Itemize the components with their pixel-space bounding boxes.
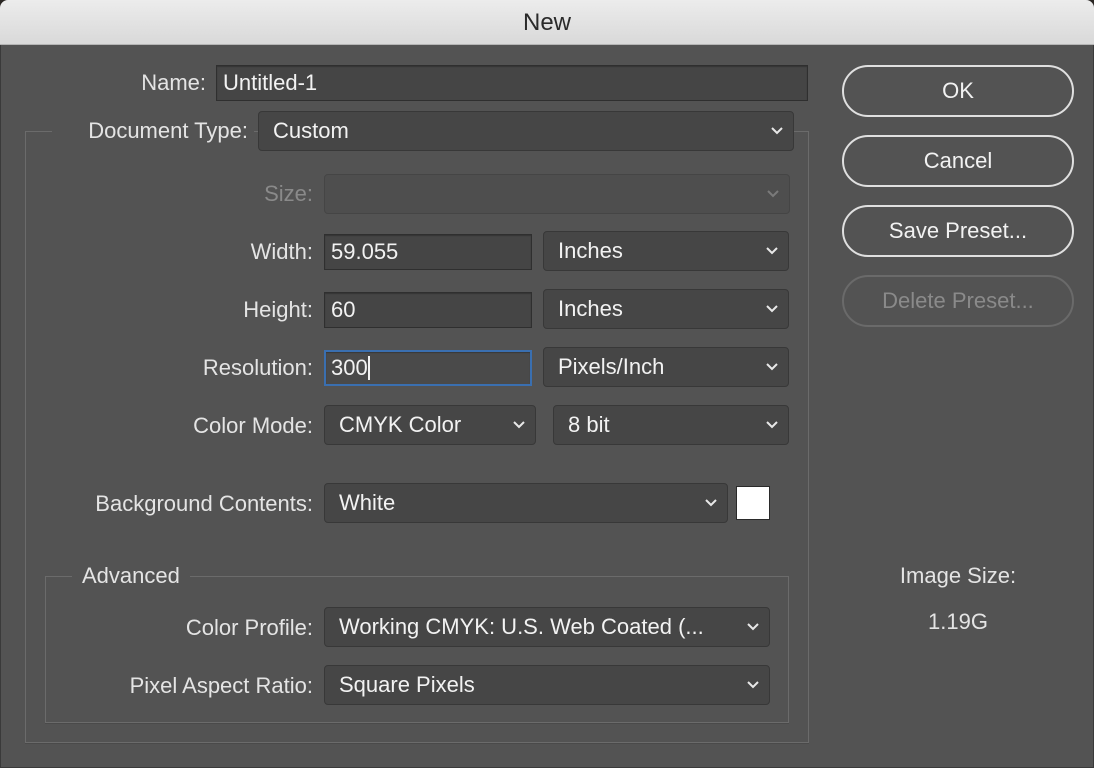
resolution-unit-select[interactable]: Pixels/Inch [543, 347, 789, 387]
chevron-down-icon [764, 244, 780, 258]
background-contents-select[interactable]: White [324, 483, 728, 523]
color-profile-label: Color Profile: [185, 615, 313, 640]
chevron-down-icon [769, 124, 785, 138]
chevron-down-icon [764, 360, 780, 374]
background-contents-label: Background Contents: [95, 491, 313, 516]
color-profile-value: Working CMYK: U.S. Web Coated (... [339, 614, 704, 639]
bit-depth-value: 8 bit [568, 412, 610, 437]
save-preset-button[interactable]: Save Preset... [842, 205, 1074, 257]
document-type-value: Custom [273, 118, 349, 143]
color-profile-select[interactable]: Working CMYK: U.S. Web Coated (... [324, 607, 770, 647]
pixel-aspect-ratio-select[interactable]: Square Pixels [324, 665, 770, 705]
name-label: Name: [141, 70, 206, 95]
chevron-down-icon [745, 678, 761, 692]
document-type-label: Document Type: [52, 117, 254, 145]
size-select [324, 174, 790, 214]
width-unit-value: Inches [558, 238, 623, 263]
chevron-down-icon [764, 418, 780, 432]
bit-depth-select[interactable]: 8 bit [553, 405, 789, 445]
background-color-swatch[interactable] [736, 486, 770, 520]
ok-button[interactable]: OK [842, 65, 1074, 117]
resolution-unit-value: Pixels/Inch [558, 354, 665, 379]
color-mode-value: CMYK Color [339, 412, 462, 437]
pixel-aspect-ratio-value: Square Pixels [339, 672, 475, 697]
chevron-down-icon [511, 418, 527, 432]
new-document-dialog: New Name: Untitled-1 Document Type: Cust… [0, 0, 1094, 768]
delete-preset-button: Delete Preset... [842, 275, 1074, 327]
chevron-down-icon [765, 187, 781, 201]
resolution-input[interactable]: 300 [324, 350, 532, 386]
name-input[interactable]: Untitled-1 [216, 65, 808, 101]
text-caret [367, 355, 370, 380]
chevron-down-icon [703, 496, 719, 510]
advanced-legend: Advanced [72, 562, 190, 590]
resolution-value: 300 [331, 355, 368, 380]
background-contents-value: White [339, 490, 396, 515]
resolution-label: Resolution: [202, 355, 313, 380]
chevron-down-icon [764, 302, 780, 316]
dialog-title: New [0, 0, 1094, 45]
height-unit-select[interactable]: Inches [543, 289, 789, 329]
size-label: Size: [264, 181, 313, 206]
color-mode-label: Color Mode: [193, 413, 313, 438]
chevron-down-icon [745, 620, 761, 634]
color-mode-select[interactable]: CMYK Color [324, 405, 536, 445]
width-input[interactable]: 59.055 [324, 234, 532, 270]
width-label: Width: [250, 239, 313, 264]
image-size-value: 1.19G [928, 609, 988, 634]
height-unit-value: Inches [558, 296, 623, 321]
height-input[interactable]: 60 [324, 292, 532, 328]
width-unit-select[interactable]: Inches [543, 231, 789, 271]
image-size-label: Image Size: [899, 563, 1017, 588]
cancel-button[interactable]: Cancel [842, 135, 1074, 187]
height-label: Height: [243, 297, 313, 322]
pixel-aspect-ratio-label: Pixel Aspect Ratio: [129, 673, 313, 698]
document-type-select[interactable]: Custom [258, 111, 794, 151]
